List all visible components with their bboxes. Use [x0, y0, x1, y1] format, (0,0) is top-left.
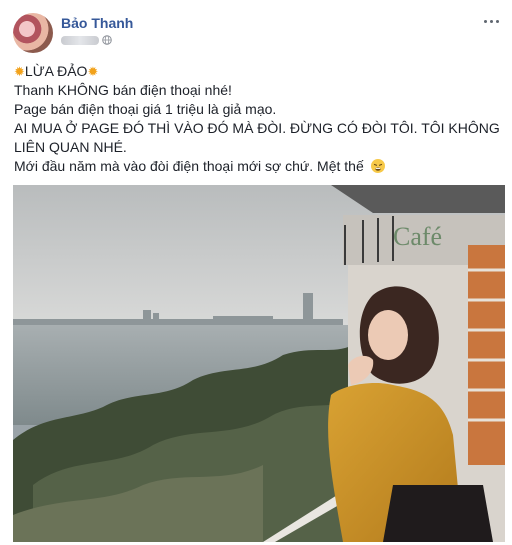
- post-line-1: ✹LỪA ĐẢO✹: [14, 63, 99, 79]
- photo-illustration: Café: [13, 185, 505, 542]
- globe-icon[interactable]: [102, 35, 112, 45]
- post-photo[interactable]: Café: [13, 185, 505, 542]
- sparkle-emoji: ✹: [87, 64, 99, 79]
- more-options-icon[interactable]: [480, 12, 502, 30]
- post-line-5: Mới đầu năm mà vào đòi điện thoại mới sợ…: [14, 157, 504, 176]
- cafe-sign: Café: [393, 222, 442, 251]
- author-name[interactable]: Bảo Thanh: [61, 15, 133, 31]
- sparkle-emoji: ✹: [14, 64, 25, 79]
- post-line-3: Page bán điện thoại giá 1 triệu là giả m…: [14, 101, 277, 117]
- post-line-4: AI MUA Ở PAGE ĐÓ THÌ VÀO ĐÓ MÀ ĐÒI. ĐỪNG…: [14, 120, 500, 155]
- timestamp-blurred[interactable]: [61, 35, 99, 45]
- post-line-2: Thanh KHÔNG bán điện thoại nhé!: [14, 82, 232, 98]
- tired-face-emoji: [370, 159, 385, 173]
- post-meta: [61, 35, 112, 45]
- facebook-post: Bảo Thanh ✹LỪA ĐẢO✹ Thanh KHÔNG bán điện…: [0, 0, 512, 545]
- post-text: ✹LỪA ĐẢO✹ Thanh KHÔNG bán điện thoại nhé…: [14, 62, 504, 176]
- author-avatar[interactable]: [13, 13, 53, 53]
